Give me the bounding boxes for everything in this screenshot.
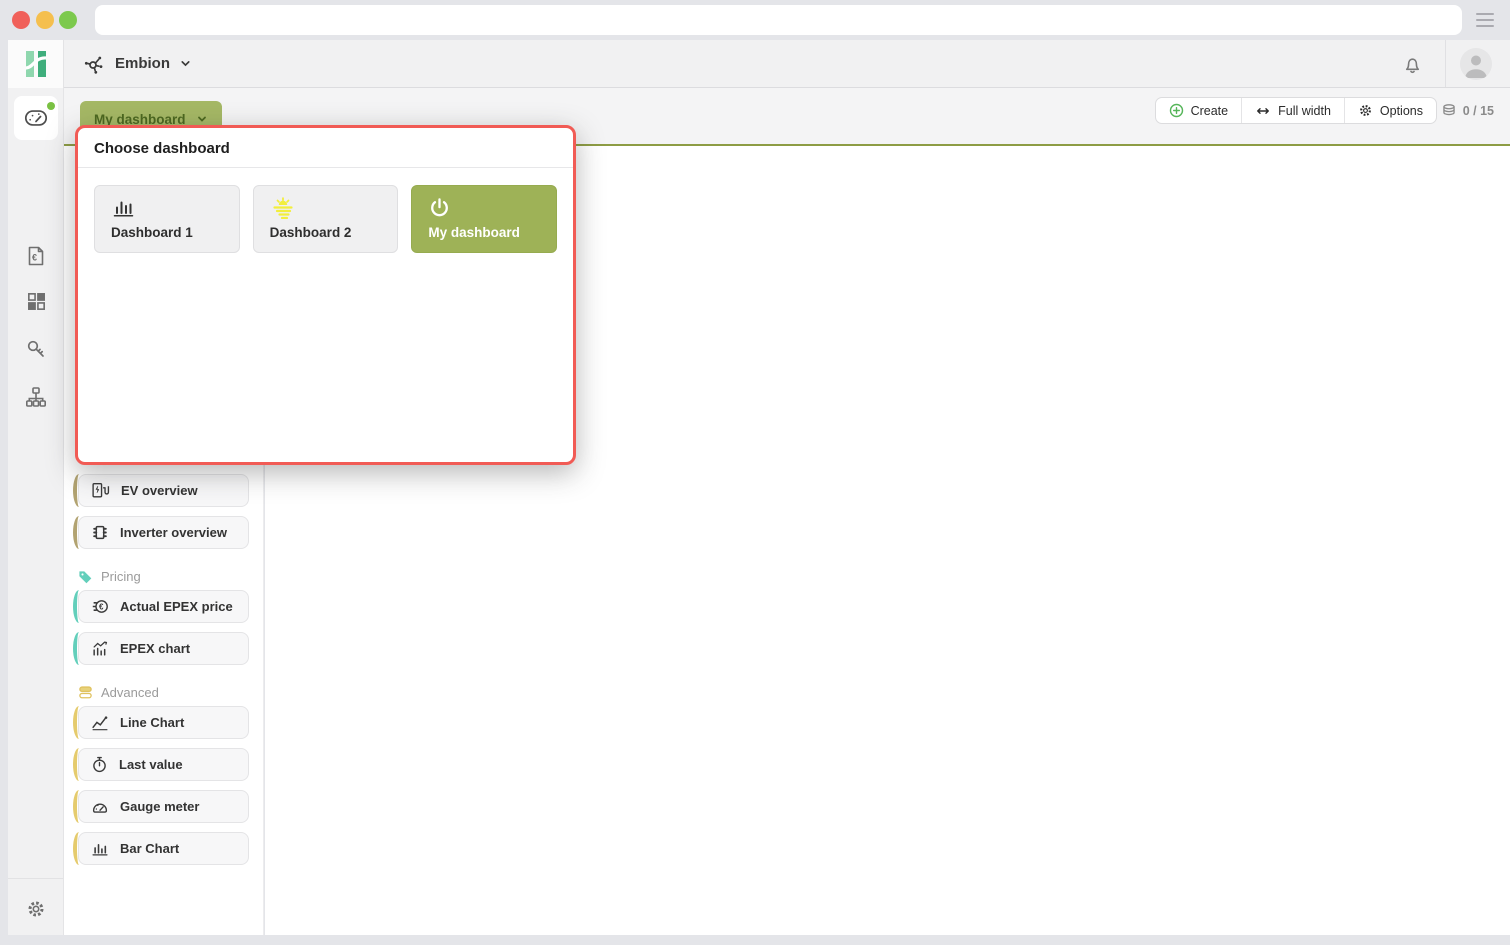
widget-section-label: Pricing — [101, 569, 141, 584]
options-button[interactable]: Options — [1345, 98, 1436, 123]
sitemap-icon — [24, 385, 48, 409]
widget-item-label: Gauge meter — [120, 799, 199, 814]
choose-dashboard-dialog: Choose dashboard Dashboard 1 Dashboard 2… — [75, 125, 576, 465]
inverter-chip-icon — [91, 524, 109, 541]
gear-icon — [24, 897, 48, 921]
sidebar-item-settings[interactable] — [8, 897, 64, 921]
svg-text:€: € — [99, 603, 104, 612]
plus-circle-icon — [1169, 103, 1184, 118]
notifications-button[interactable] — [1401, 53, 1424, 76]
h-logo-icon — [22, 49, 50, 79]
power-icon — [428, 197, 451, 220]
widget-item-last-value[interactable]: Last value — [78, 748, 249, 781]
stopwatch-icon — [91, 756, 108, 773]
sunrise-icon — [270, 197, 296, 219]
active-indicator-dot — [47, 102, 55, 110]
options-label: Options — [1380, 104, 1423, 118]
widget-accent — [73, 590, 85, 623]
widget-item-actual-epex-price[interactable]: € Actual EPEX price — [78, 590, 249, 623]
grid-icon — [25, 290, 48, 313]
org-switcher[interactable]: Embion — [82, 40, 192, 87]
create-label: Create — [1191, 104, 1229, 118]
widget-item-label: Actual EPEX price — [120, 599, 233, 614]
full-width-label: Full width — [1278, 104, 1331, 118]
dashboard-option-label: My dashboard — [428, 225, 540, 240]
bell-icon — [1401, 53, 1424, 76]
dialog-title: Choose dashboard — [78, 128, 573, 167]
widget-count: 0 / 15 — [1441, 103, 1494, 118]
widget-item-ev-overview[interactable]: EV overview — [78, 474, 249, 507]
widget-item-epex-chart[interactable]: EPEX chart — [78, 632, 249, 665]
sidebar-item-dashboard[interactable] — [14, 96, 58, 140]
chevron-down-icon — [196, 113, 208, 125]
coins-euro-icon: € — [91, 598, 109, 615]
full-width-button[interactable]: Full width — [1242, 98, 1345, 123]
widget-section-label: Advanced — [101, 685, 159, 700]
invoice-euro-icon: € — [24, 244, 48, 268]
sidebar-item-access[interactable] — [8, 337, 64, 361]
bar-chart-icon — [91, 840, 109, 857]
app-logo[interactable] — [8, 40, 64, 88]
gauge-icon — [91, 798, 109, 815]
stack-icon — [1441, 103, 1457, 118]
window-minimize-button[interactable] — [36, 11, 54, 29]
widget-accent — [73, 516, 85, 549]
network-icon — [82, 52, 106, 76]
widget-section-advanced: Advanced — [78, 685, 249, 700]
ev-charger-icon — [91, 482, 110, 499]
window-zoom-button[interactable] — [59, 11, 77, 29]
widget-accent — [73, 790, 85, 823]
widget-accent — [73, 706, 85, 739]
nav-sidebar: € — [8, 88, 64, 935]
tag-icon — [78, 569, 93, 584]
dashboard-options: Dashboard 1 Dashboard 2 My dashboard — [78, 168, 573, 270]
widget-item-label: EV overview — [121, 483, 198, 498]
dashboard-option-2[interactable]: Dashboard 2 — [253, 185, 399, 253]
widget-item-label: Line Chart — [120, 715, 184, 730]
dashboard-option-my-dashboard[interactable]: My dashboard — [411, 185, 557, 253]
dashboard-option-label: Dashboard 2 — [270, 225, 382, 240]
sidebar-divider — [8, 878, 63, 879]
address-bar[interactable] — [95, 5, 1462, 35]
org-name: Embion — [115, 55, 170, 72]
chevron-down-icon — [179, 57, 192, 70]
widget-item-label: Last value — [119, 757, 183, 772]
widget-section-pricing: Pricing — [78, 569, 249, 584]
widget-item-label: EPEX chart — [120, 641, 190, 656]
dashboard-option-label: Dashboard 1 — [111, 225, 223, 240]
price-chart-icon — [91, 640, 109, 657]
widget-count-label: 0 / 15 — [1463, 104, 1494, 118]
app-header: Embion — [8, 40, 1510, 88]
window-close-button[interactable] — [12, 11, 30, 29]
key-icon — [24, 337, 48, 361]
arrows-horizontal-icon — [1255, 104, 1271, 118]
widget-item-line-chart[interactable]: Line Chart — [78, 706, 249, 739]
widget-accent — [73, 748, 85, 781]
speedometer-icon — [23, 105, 49, 131]
widget-item-label: Bar Chart — [120, 841, 179, 856]
sidebar-item-widgets[interactable] — [8, 290, 64, 313]
widget-item-label: Inverter overview — [120, 525, 227, 540]
browser-titlebar — [0, 0, 1510, 40]
browser-menu-icon[interactable] — [1476, 13, 1494, 31]
widget-item-inverter-overview[interactable]: Inverter overview — [78, 516, 249, 549]
svg-text:€: € — [32, 253, 37, 263]
toolbar-button-group: Create Full width Options — [1155, 97, 1437, 124]
dashboard-option-1[interactable]: Dashboard 1 — [94, 185, 240, 253]
widget-accent — [73, 474, 85, 507]
user-menu[interactable] — [1460, 48, 1492, 80]
widget-accent — [73, 832, 85, 865]
avatar-icon — [1460, 48, 1492, 80]
line-chart-icon — [91, 714, 109, 731]
gear-icon — [1358, 103, 1373, 118]
sidebar-item-billing[interactable]: € — [8, 244, 64, 268]
header-divider — [1445, 40, 1446, 87]
widget-accent — [73, 632, 85, 665]
widget-item-bar-chart[interactable]: Bar Chart — [78, 832, 249, 865]
layers-icon — [78, 685, 93, 700]
widget-item-gauge-meter[interactable]: Gauge meter — [78, 790, 249, 823]
sidebar-item-structure[interactable] — [8, 385, 64, 409]
bar-chart-icon — [111, 197, 135, 219]
create-button[interactable]: Create — [1156, 98, 1243, 123]
